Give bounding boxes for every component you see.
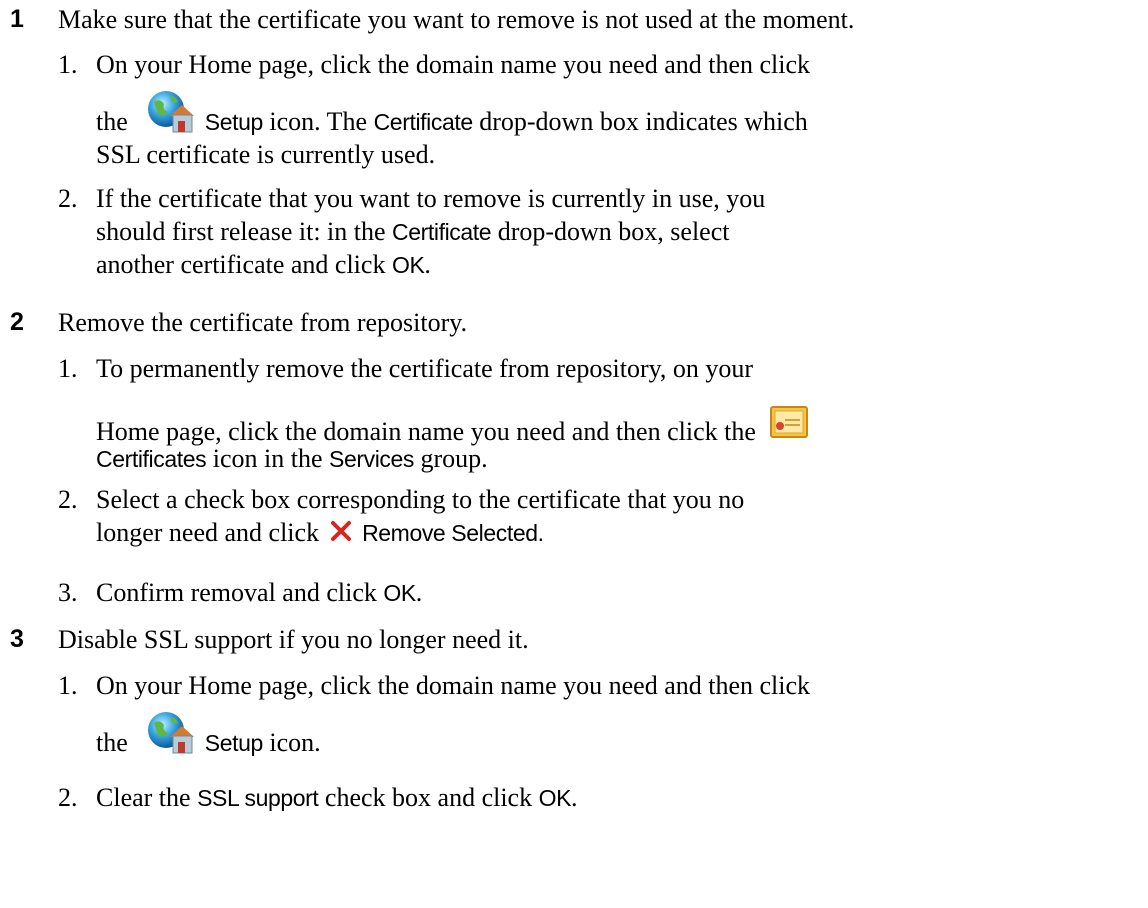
text-run: drop-down box indicates which <box>479 106 808 136</box>
step-3-substep-1: 1. On your Home page, click the domain n… <box>58 670 1143 770</box>
step-2-substep-3: 3. Confirm removal and click OK. <box>58 577 1143 613</box>
step-3-substep-2: 2. Clear the SSL support check box and c… <box>58 782 1143 818</box>
ok-label: OK <box>391 251 425 278</box>
text-run: icon. The <box>269 106 368 136</box>
text-run: Clear the <box>96 783 191 812</box>
substep-line: On your Home page, click the domain name… <box>96 671 811 700</box>
setup-label: Setup <box>204 108 264 135</box>
substep-number: 1. <box>58 50 78 79</box>
services-label: Services <box>329 445 414 472</box>
certificate-label: Certificate <box>373 108 474 135</box>
substep-line: If the certificate that you want to remo… <box>96 184 766 213</box>
setup-globe-house-icon <box>144 90 196 143</box>
text-run: another certificate and click <box>96 249 386 279</box>
substep-line: Confirm removal and click OK. <box>96 577 1141 610</box>
substep-number: 1. <box>58 671 78 700</box>
substep-number: 1. <box>58 354 78 383</box>
text-run: the <box>96 727 128 757</box>
step-1-substep-2: 2. If the certificate that you want to r… <box>58 183 1143 293</box>
substep-number: 2. <box>58 783 78 812</box>
setup-label: Setup <box>204 729 264 756</box>
step-2-substep-1: 1. To permanently remove the certificate… <box>58 353 1143 473</box>
step-1-substep-1: 1. On your Home page, click the domain n… <box>58 49 1143 171</box>
ok-label: OK <box>383 580 416 606</box>
substep-line: To permanently remove the certificate fr… <box>96 354 754 383</box>
certificate-icon <box>770 405 809 447</box>
text-run: group. <box>420 443 488 473</box>
ssl-support-label: SSL support <box>197 785 319 811</box>
text-run: Confirm removal and click <box>96 578 377 607</box>
step-1: 1 Make sure that the certificate you wan… <box>0 4 1148 38</box>
text-run: the <box>96 106 128 136</box>
step-text: Make sure that the certificate you want … <box>58 5 855 34</box>
substep-number: 3. <box>58 578 78 607</box>
instructions-page: 1 Make sure that the certificate you wan… <box>0 0 1148 908</box>
step-number: 3 <box>10 625 24 653</box>
step-text: Disable SSL support if you no longer nee… <box>58 625 529 654</box>
substep-line: On your Home page, click the domain name… <box>96 50 811 79</box>
certificates-label: Certificates <box>96 445 207 472</box>
certificate-label: Certificate <box>392 218 492 245</box>
substep-number: 2. <box>58 485 78 514</box>
step-3: 3 Disable SSL support if you no longer n… <box>0 624 1148 658</box>
substep-line: should first release it: in the Certific… <box>96 216 1141 249</box>
remove-x-icon <box>330 518 352 551</box>
step-2-substep-2: 2. Select a check box corresponding to t… <box>58 484 1143 564</box>
ok-label: OK <box>538 785 572 811</box>
step-number: 1 <box>10 5 24 33</box>
text-run: drop-down box, select <box>497 216 730 246</box>
substep-line: Clear the SSL support check box and clic… <box>96 782 1141 815</box>
substep-line: the <box>96 90 1141 143</box>
substep-line: SSL certificate is currently used. <box>96 139 436 169</box>
substep-line: the <box>96 711 1141 764</box>
text-run: icon. <box>269 727 321 757</box>
text-run: . <box>415 578 423 607</box>
text-run: check box and click <box>324 783 533 812</box>
step-2: 2 Remove the certificate from repository… <box>0 307 1148 341</box>
text-run: Home page, click the domain name you nee… <box>96 416 756 446</box>
text-run: longer need and click <box>96 517 320 547</box>
text-run: . <box>424 249 431 279</box>
remove-selected-label: Remove Selected. <box>362 519 544 546</box>
substep-line: another certificate and click OK. <box>96 249 1141 282</box>
text-run: should first release it: in the <box>96 216 386 246</box>
substep-number: 2. <box>58 184 78 213</box>
substep-line: Select a check box corresponding to the … <box>96 485 745 514</box>
text-run: icon in the <box>212 443 323 473</box>
text-run: . <box>571 783 578 812</box>
substep-line: longer need and click Remove Selected. <box>96 517 1141 551</box>
step-text: Remove the certificate from repository. <box>58 308 468 337</box>
setup-globe-house-icon <box>144 711 196 764</box>
step-number: 2 <box>10 308 24 336</box>
